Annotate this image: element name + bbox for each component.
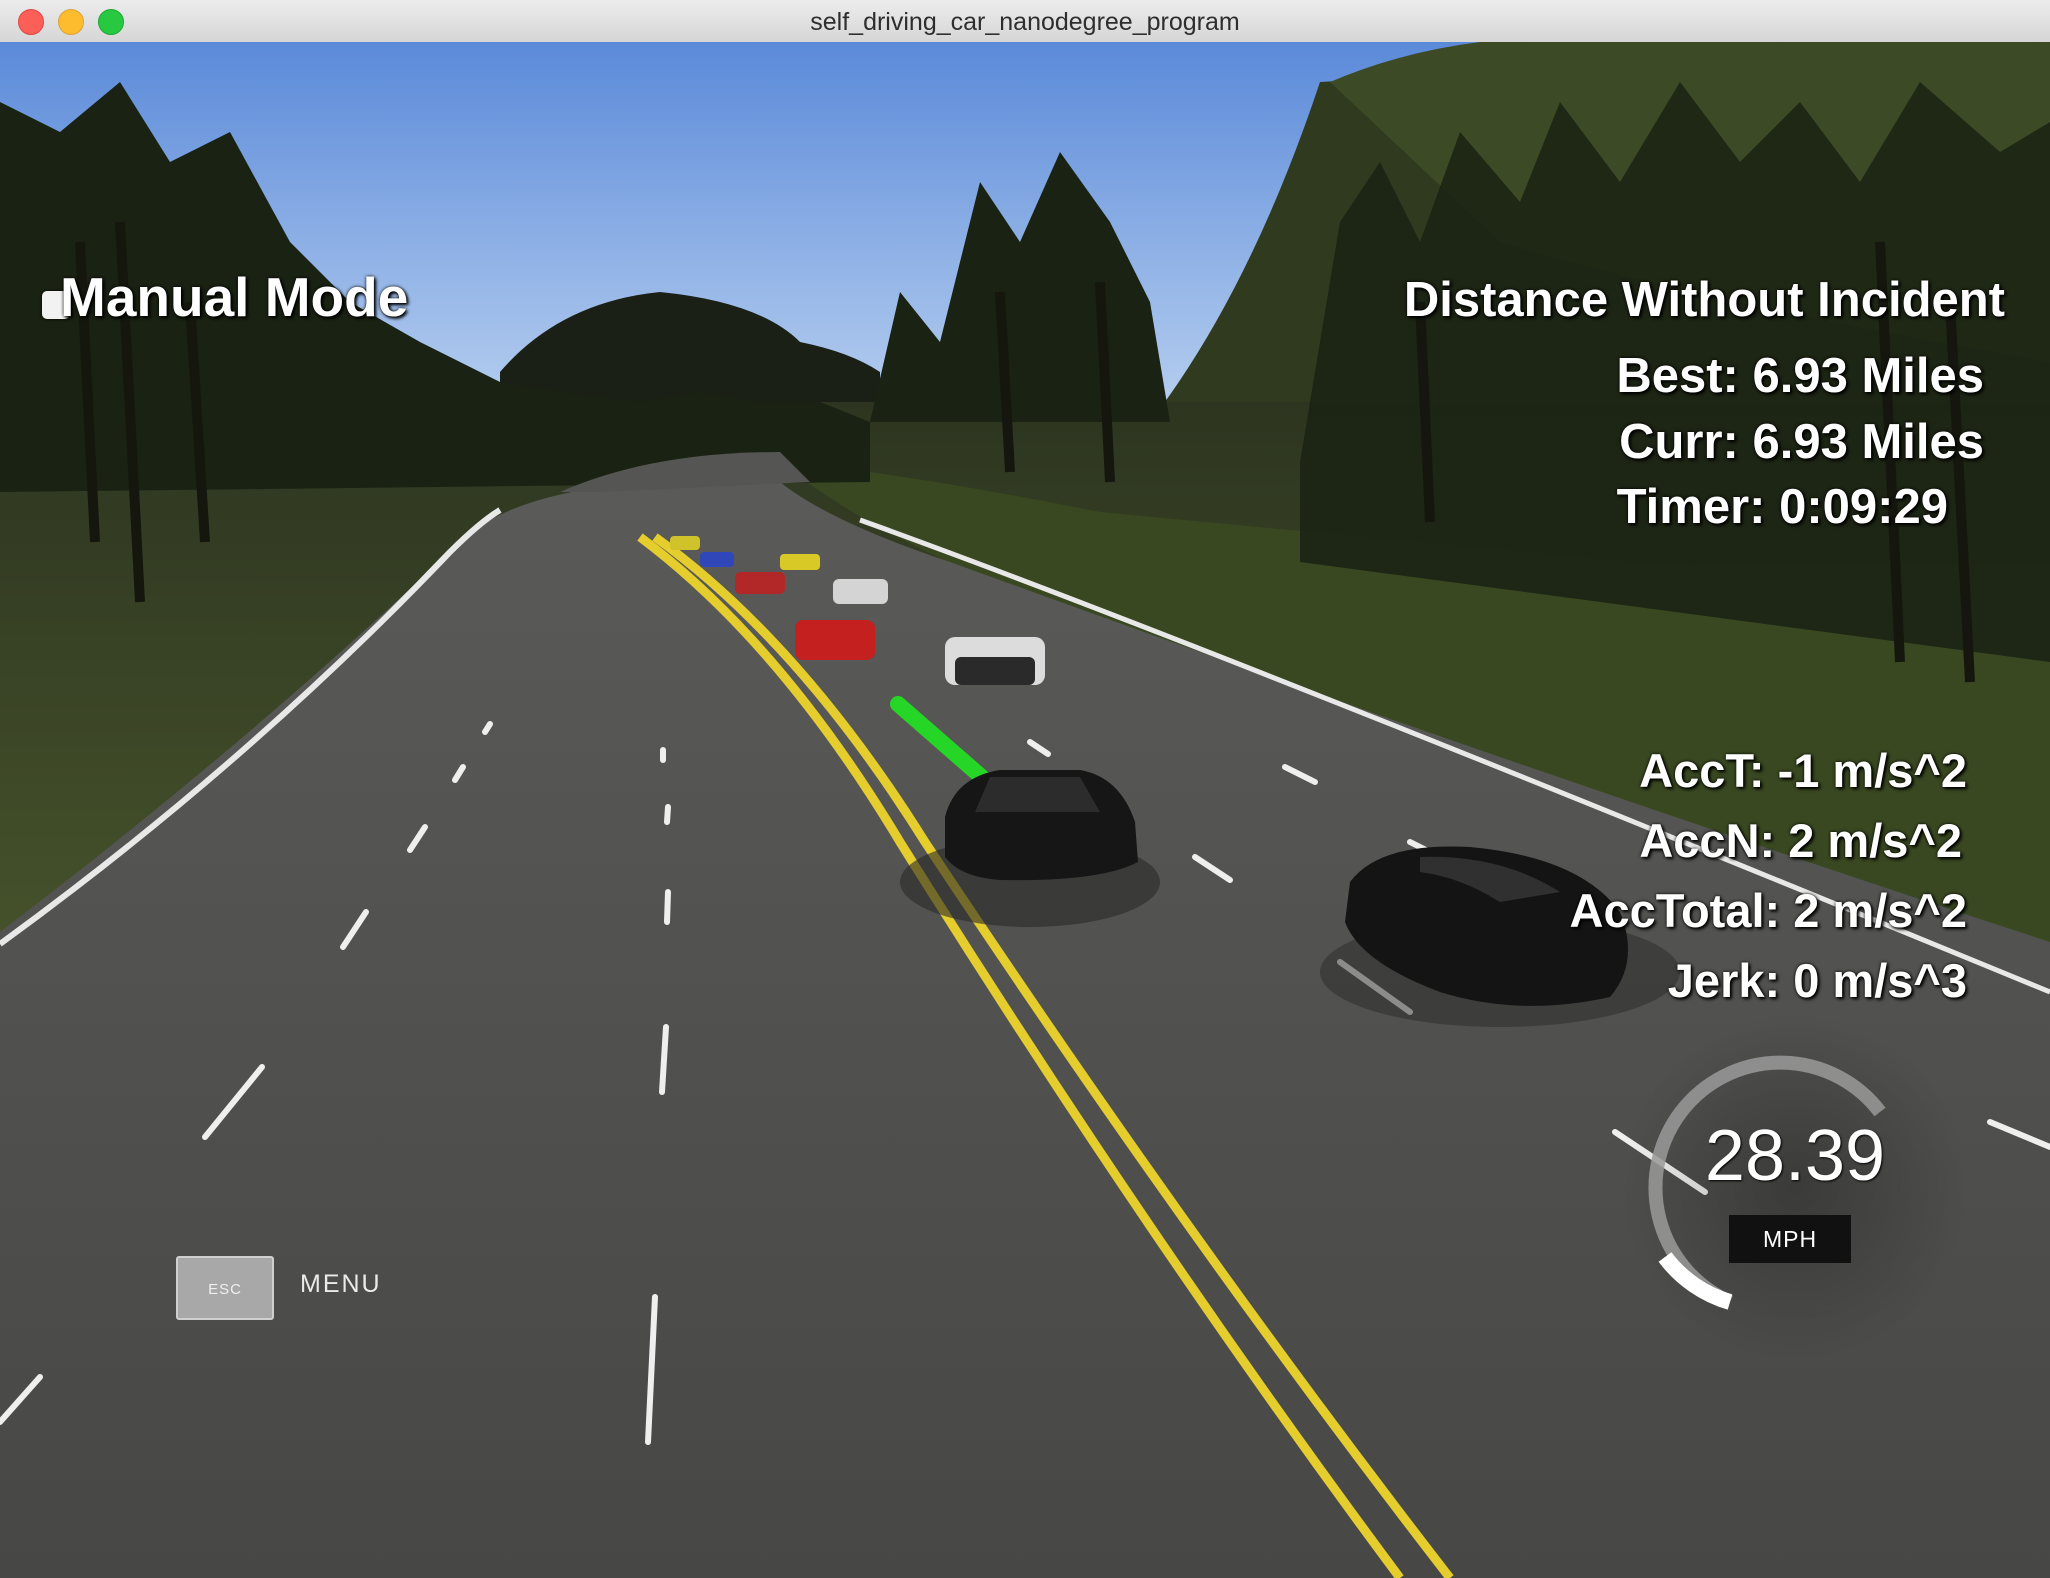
menu-label: MENU: [300, 1270, 382, 1298]
best-distance: Best: 6.93 Miles: [1616, 349, 1984, 403]
speed-value: 28.39: [1704, 1116, 1886, 1196]
simulator-window: self_driving_car_nanodegree_program Manu…: [0, 0, 2050, 1578]
window-title: self_driving_car_nanodegree_program: [810, 8, 1240, 36]
title-bar: self_driving_car_nanodegree_program: [0, 0, 2050, 43]
manual-mode-label[interactable]: Manual Mode: [60, 265, 408, 329]
acc-total-readout: AccTotal: 2 m/s^2: [1569, 884, 1967, 937]
jerk-readout: Jerk: 0 m/s^3: [1667, 954, 1967, 1007]
speed-unit: MPH: [1729, 1215, 1851, 1263]
acc-t-readout: AccT: -1 m/s^2: [1639, 744, 1967, 797]
timer-readout: Timer: 0:09:29: [1616, 480, 1948, 534]
esc-menu-button[interactable]: ESC: [176, 1256, 274, 1320]
distance-title: Distance Without Incident: [1403, 273, 2005, 327]
current-distance: Curr: 6.93 Miles: [1619, 415, 1984, 469]
acc-n-readout: AccN: 2 m/s^2: [1639, 814, 1962, 867]
